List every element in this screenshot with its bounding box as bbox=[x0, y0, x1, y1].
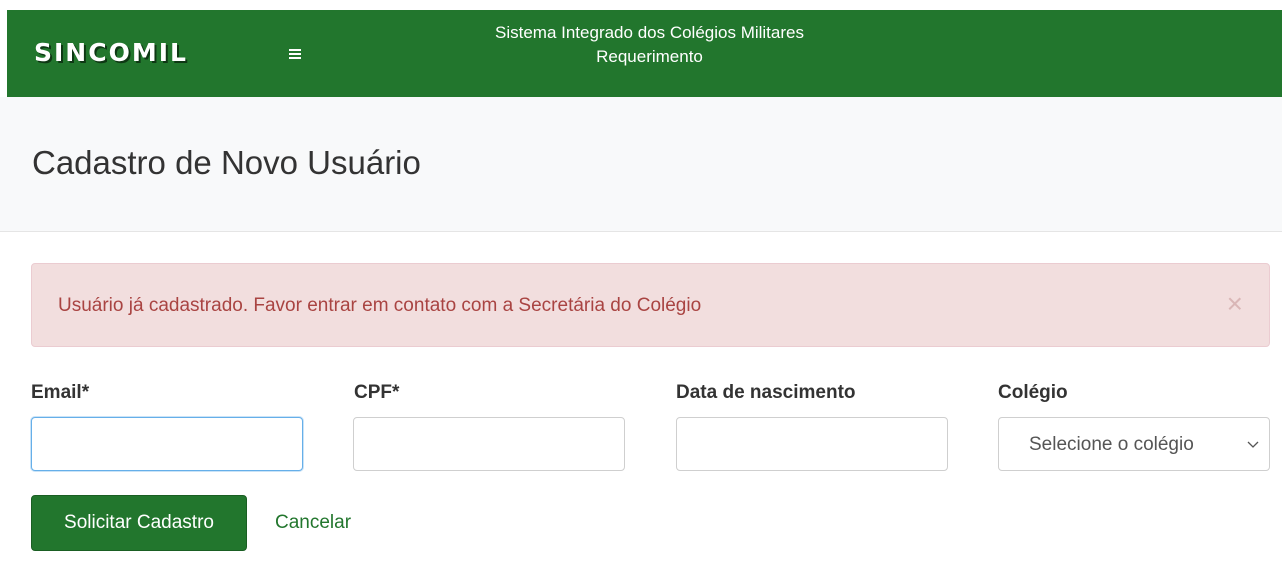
school-label: Colégio bbox=[998, 382, 1068, 403]
school-select-value: Selecione o colégio bbox=[1029, 434, 1194, 455]
brand-logo[interactable]: SINCOMIL bbox=[34, 40, 188, 66]
page-header: Cadastro de Novo Usuário bbox=[0, 97, 1282, 232]
school-select[interactable]: Selecione o colégio bbox=[998, 417, 1270, 471]
close-icon[interactable]: × bbox=[1227, 289, 1243, 319]
system-title-block: Sistema Integrado dos Colégios Militares… bbox=[407, 21, 892, 69]
birthdate-field[interactable] bbox=[676, 417, 948, 471]
submit-button[interactable]: Solicitar Cadastro bbox=[31, 495, 247, 551]
cpf-label: CPF* bbox=[354, 382, 400, 403]
email-label: Email* bbox=[31, 382, 90, 403]
birthdate-label: Data de nascimento bbox=[676, 382, 856, 403]
email-field[interactable] bbox=[31, 417, 303, 471]
cancel-link[interactable]: Cancelar bbox=[275, 511, 351, 535]
error-alert: Usuário já cadastrado. Favor entrar em c… bbox=[31, 263, 1270, 347]
page-title: Cadastro de Novo Usuário bbox=[32, 144, 421, 181]
alert-message: Usuário já cadastrado. Favor entrar em c… bbox=[58, 295, 702, 316]
system-title: Sistema Integrado dos Colégios Militares bbox=[495, 23, 804, 42]
chevron-down-icon bbox=[1247, 441, 1259, 448]
system-subtitle: Requerimento bbox=[596, 47, 703, 66]
cpf-field[interactable] bbox=[353, 417, 625, 471]
hamburger-icon[interactable] bbox=[283, 41, 307, 67]
top-navbar: SINCOMIL Sistema Integrado dos Colégios … bbox=[7, 10, 1282, 97]
